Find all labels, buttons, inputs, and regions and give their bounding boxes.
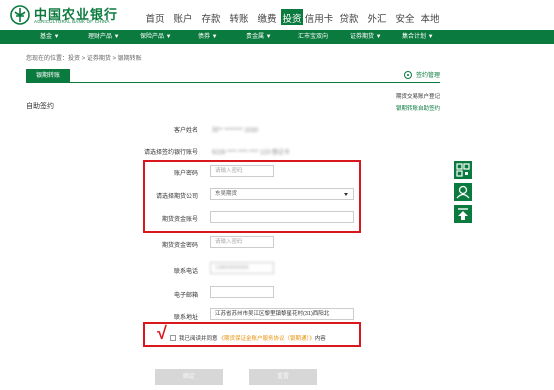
reset-button[interactable]: 重置 xyxy=(249,369,317,385)
address-input[interactable]: 江苏省苏州市吴江区黎里镇黎星花村(31)西阳北 xyxy=(210,308,354,320)
sign-account-value[interactable]: 6228 **** **** **** 123 借记卡 xyxy=(212,147,290,156)
agreement-link[interactable]: 《期货保证金账户服务协议（银期通）》 xyxy=(219,334,315,342)
qrcode-icon xyxy=(456,163,470,177)
top-nav-item-4[interactable]: 缴费 xyxy=(253,9,281,25)
phone-input[interactable]: 13800000000 xyxy=(210,262,274,274)
sub-nav-item-3[interactable]: 债券 ▼ xyxy=(198,30,218,44)
section-title: 自助签约 xyxy=(26,103,54,110)
sign-manage-link[interactable]: 签约管理 xyxy=(404,70,440,79)
futures-account-label: 期货资金账号 xyxy=(161,217,198,223)
service-float-button[interactable] xyxy=(453,182,473,202)
chevron-down-icon xyxy=(344,193,348,196)
back-to-top-button[interactable] xyxy=(453,204,473,224)
sub-nav-item-1[interactable]: 理财产品 ▼ xyxy=(88,30,120,44)
bank-logo[interactable]: 中国农业银行 AGRICULTURAL BANK OF CHINA xyxy=(10,4,140,28)
account-name-label: 客户姓名 xyxy=(173,128,198,134)
sub-nav-item-4[interactable]: 贵金属 ▼ xyxy=(246,30,272,44)
agreement-checkbox[interactable] xyxy=(170,335,176,341)
sub-nav-item-5[interactable]: 汇市宝双向 xyxy=(298,30,328,44)
top-nav-item-6[interactable]: 信用卡 xyxy=(303,9,335,25)
top-nav-item-8[interactable]: 外汇 xyxy=(363,9,391,25)
red-checkmark-icon: √ xyxy=(157,323,167,343)
arrow-up-icon xyxy=(458,208,468,220)
sub-nav-item-0[interactable]: 基金 ▼ xyxy=(40,30,60,44)
futures-company-value: 东吴期货 xyxy=(215,191,238,197)
side-link-self-sign[interactable]: 银期转账自助签约 xyxy=(396,104,440,112)
sub-nav-item-6[interactable]: 证券期货 ▼ xyxy=(350,30,382,44)
customer-service-icon xyxy=(456,185,470,199)
top-nav-item-10[interactable]: 本地 xyxy=(419,9,441,25)
futures-company-select[interactable]: 东吴期货 xyxy=(210,188,354,200)
account-name-value: 刘** ******** 2030 xyxy=(212,128,259,134)
top-nav-item-7[interactable]: 贷款 xyxy=(335,9,363,25)
sign-manage-label: 签约管理 xyxy=(416,73,441,79)
top-nav-item-2[interactable]: 存款 xyxy=(197,9,225,25)
tab-bank-futures-transfer[interactable]: 银期转账 xyxy=(26,69,70,83)
agreement-suffix: 内容 xyxy=(314,336,326,342)
side-link-futures-register[interactable]: 期货交易账户登记 xyxy=(396,92,440,100)
futures-password-label: 期货资金密码 xyxy=(161,243,198,249)
sub-nav-item-2[interactable]: 保险产品 ▼ xyxy=(140,30,172,44)
top-nav-item-9[interactable]: 安全 xyxy=(391,9,419,25)
header: 中国农业银行 AGRICULTURAL BANK OF CHINA 首页 账户 存款… xyxy=(0,0,554,30)
tab-divider xyxy=(26,82,440,83)
breadcrumb: 您现在的位置：投资 > 证券期货 > 银期转账 xyxy=(26,56,142,62)
address-label: 联系地址 xyxy=(173,315,198,321)
email-label: 电子邮箱 xyxy=(173,293,198,299)
top-nav-item-0[interactable]: 首页 xyxy=(141,9,169,25)
futures-company-label: 请选择期货公司 xyxy=(155,194,198,200)
sub-nav: 基金 ▼ 理财产品 ▼ 保险产品 ▼ 债券 ▼ 贵金属 ▼ 汇市宝双向 证券期货 ▼ 集合计划… xyxy=(0,30,554,44)
bank-name-en: AGRICULTURAL BANK OF CHINA xyxy=(34,19,110,24)
abc-logo-icon xyxy=(10,5,30,25)
futures-password-input[interactable]: 请输入密码 xyxy=(210,236,274,248)
account-password-label: 账户密码 xyxy=(173,171,198,177)
top-nav-item-5[interactable]: 投资 xyxy=(281,9,303,25)
sign-account-label: 请选择签约银行账号 xyxy=(143,150,198,156)
submit-button[interactable]: 确定 xyxy=(155,369,223,385)
agreement-row: 我已阅读并同意 《期货保证金账户服务协议（银期通）》 内容 xyxy=(170,334,326,342)
email-input[interactable] xyxy=(210,286,274,298)
agreement-prefix: 我已阅读并同意 xyxy=(179,336,218,342)
sub-nav-item-7[interactable]: 集合计划 ▼ xyxy=(402,30,434,44)
phone-label: 联系电话 xyxy=(173,269,198,275)
top-nav-item-3[interactable]: 转账 xyxy=(225,9,253,25)
qrcode-float-button[interactable] xyxy=(453,160,473,180)
account-password-input[interactable]: 请输入密码 xyxy=(210,165,274,177)
page: 中国农业银行 AGRICULTURAL BANK OF CHINA 首页 账户 存款… xyxy=(0,0,554,390)
manage-icon xyxy=(404,70,412,79)
top-nav-item-1[interactable]: 账户 xyxy=(169,9,197,25)
futures-account-input[interactable] xyxy=(210,211,354,223)
top-nav: 首页 账户 存款 转账 缴费 投资 信用卡 贷款 外汇 安全 本地 xyxy=(141,9,441,25)
